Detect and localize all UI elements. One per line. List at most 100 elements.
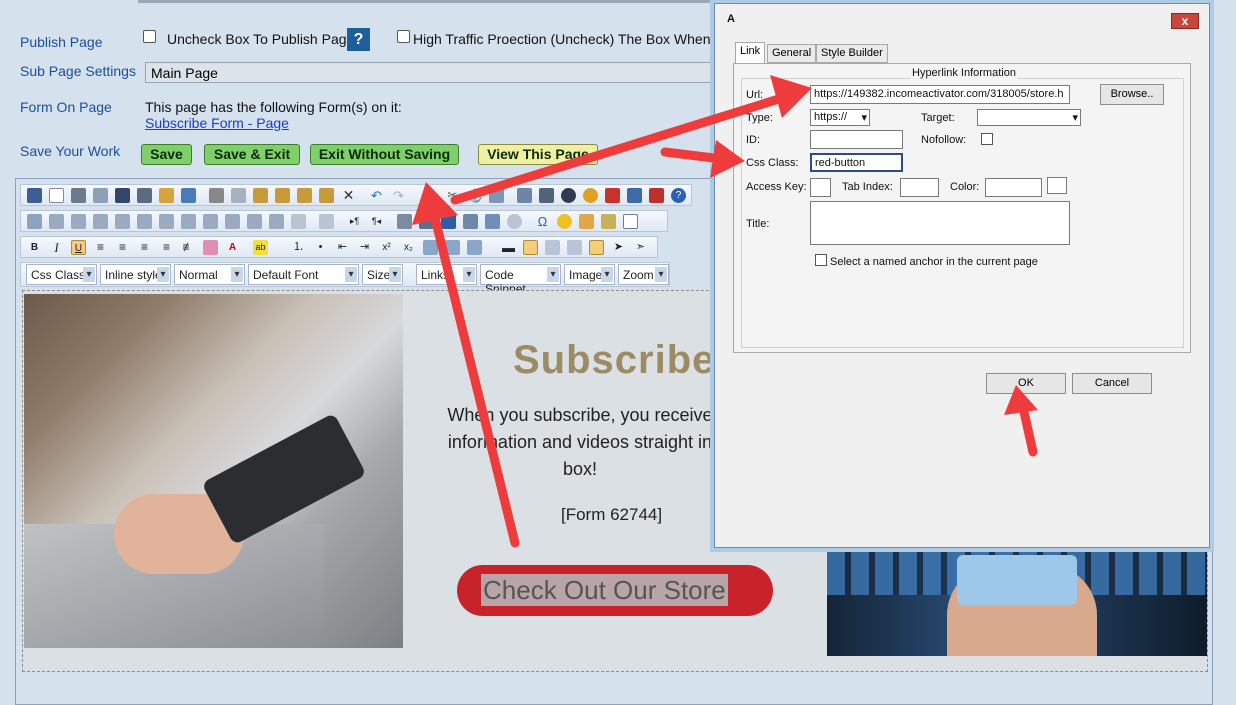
size-dropdown[interactable]: Size (362, 264, 403, 285)
paste-icon[interactable] (253, 188, 268, 203)
position-pointer-icon[interactable]: ➣ (633, 240, 648, 255)
paste-text-icon[interactable] (275, 188, 290, 203)
textbox-icon[interactable] (319, 214, 334, 229)
letter-case-icon[interactable] (467, 240, 482, 255)
box-icon[interactable] (523, 240, 538, 255)
check-out-store-button[interactable]: Check Out Our Store (457, 565, 773, 616)
save-button[interactable]: Save (141, 144, 192, 165)
find-icon[interactable] (115, 188, 130, 203)
view-page-button[interactable]: View This Page (478, 144, 598, 165)
youtube-icon[interactable] (649, 188, 664, 203)
align-left-icon[interactable]: ≡ (93, 240, 108, 255)
browse-button[interactable]: Browse.. (1100, 84, 1164, 105)
new-page-icon[interactable] (49, 188, 64, 203)
copy-icon[interactable] (231, 188, 246, 203)
calendar-icon[interactable] (485, 214, 500, 229)
tab-general[interactable]: General (767, 44, 817, 63)
eraser-icon[interactable] (203, 240, 218, 255)
insert-row-icon[interactable] (49, 214, 64, 229)
cursor-icon[interactable] (489, 188, 504, 203)
hand-phone-screens-image[interactable] (827, 545, 1207, 656)
send-back-icon[interactable] (567, 240, 582, 255)
superscript-icon[interactable]: x² (379, 240, 394, 255)
highlight-icon[interactable]: ab (253, 240, 268, 255)
form-placeholder[interactable]: [Form 62744] (561, 505, 662, 525)
emoticon-icon[interactable] (557, 214, 572, 229)
subscribe-heading[interactable]: Subscribe (513, 338, 715, 383)
delete-icon[interactable]: ✕ (341, 188, 356, 203)
numbered-list-icon[interactable]: ⒈ (291, 240, 306, 255)
media-icon[interactable] (583, 188, 598, 203)
justify-icon[interactable]: ≡ (159, 240, 174, 255)
links-dropdown[interactable]: Links (416, 264, 477, 285)
anchor-icon[interactable]: ⚓ (467, 188, 483, 203)
clean-icon[interactable] (159, 188, 174, 203)
bold-icon[interactable]: B (27, 240, 42, 255)
hidden-field-icon[interactable] (291, 214, 306, 229)
css-class-input[interactable]: red-button (810, 153, 903, 172)
grid-icon[interactable] (589, 240, 604, 255)
form-field-icon[interactable] (269, 214, 284, 229)
type-select[interactable]: https:// (810, 109, 870, 126)
frame-icon[interactable] (397, 214, 412, 229)
snippet-icon[interactable] (601, 214, 616, 229)
unlink-icon[interactable]: ✂ (445, 188, 460, 203)
subscribe-paragraph[interactable]: When you subscribe, you receive informat… (430, 402, 730, 483)
horizontal-rule-icon[interactable]: ▬ (501, 240, 516, 255)
cell-props-icon[interactable] (225, 214, 240, 229)
subscript-icon[interactable]: x₂ (401, 240, 416, 255)
paragraph-format-dropdown[interactable]: Normal (174, 264, 245, 285)
underline-icon[interactable]: U (71, 240, 86, 255)
insert-column-right-icon[interactable] (137, 214, 152, 229)
inline-style-dropdown[interactable]: Inline style (100, 264, 171, 285)
target-select[interactable] (977, 109, 1081, 126)
tab-index-input[interactable] (900, 178, 939, 197)
font-size-down-icon[interactable] (445, 240, 460, 255)
split-cell-icon[interactable] (203, 214, 218, 229)
ltr-icon[interactable]: ▸¶ (347, 214, 362, 229)
table-icon[interactable] (27, 214, 42, 229)
template-icon[interactable] (463, 214, 478, 229)
insert-row-below-icon[interactable] (71, 214, 86, 229)
help-icon[interactable]: ? (347, 28, 370, 51)
cancel-button[interactable]: Cancel (1072, 373, 1152, 394)
save-exit-button[interactable]: Save & Exit (204, 144, 300, 165)
print-icon[interactable] (71, 188, 86, 203)
flash-icon[interactable] (561, 188, 576, 203)
image-icon[interactable] (517, 188, 532, 203)
tab-link[interactable]: Link (735, 42, 766, 64)
code-snippet-dropdown[interactable]: Code Snippet (480, 264, 561, 296)
rtl-icon[interactable]: ¶◂ (369, 214, 384, 229)
document-icon[interactable] (627, 188, 642, 203)
font-size-up-icon[interactable] (423, 240, 438, 255)
clock-icon[interactable] (507, 214, 522, 229)
nofollow-checkbox[interactable] (981, 133, 993, 145)
replace-icon[interactable] (137, 188, 152, 203)
delete-column-icon[interactable] (159, 214, 174, 229)
subpage-select[interactable]: Main Page (145, 62, 720, 83)
images-dropdown[interactable]: Images (564, 264, 615, 285)
paste-word-icon[interactable] (297, 188, 312, 203)
spellcheck-icon[interactable] (181, 188, 196, 203)
omega-icon[interactable]: Ω (535, 214, 550, 229)
delete-row-icon[interactable] (93, 214, 108, 229)
redo-icon[interactable]: ↷ (391, 188, 406, 203)
css-class-dropdown[interactable]: Css Class (26, 264, 97, 285)
outdent-icon[interactable]: ⇤ (335, 240, 350, 255)
color-picker-icon[interactable] (1047, 177, 1067, 194)
insert-column-icon[interactable] (115, 214, 130, 229)
select-pointer-icon[interactable]: ➤ (611, 240, 626, 255)
align-center-icon[interactable]: ≡ (115, 240, 130, 255)
font-dropdown[interactable]: Default Font (248, 264, 359, 285)
id-input[interactable] (810, 130, 903, 149)
undo-icon[interactable]: ↶ (369, 188, 384, 203)
layer-icon[interactable] (419, 214, 434, 229)
url-input[interactable]: https://149382.incomeactivator.com/31800… (810, 85, 1070, 104)
exit-without-saving-button[interactable]: Exit Without Saving (310, 144, 459, 165)
font-color-icon[interactable]: A (225, 240, 240, 255)
ok-button[interactable]: OK (986, 373, 1066, 394)
close-icon[interactable]: x (1171, 13, 1199, 29)
bullet-list-icon[interactable]: • (313, 240, 328, 255)
align-right-icon[interactable]: ≡ (137, 240, 152, 255)
merge-cells-icon[interactable] (181, 214, 196, 229)
